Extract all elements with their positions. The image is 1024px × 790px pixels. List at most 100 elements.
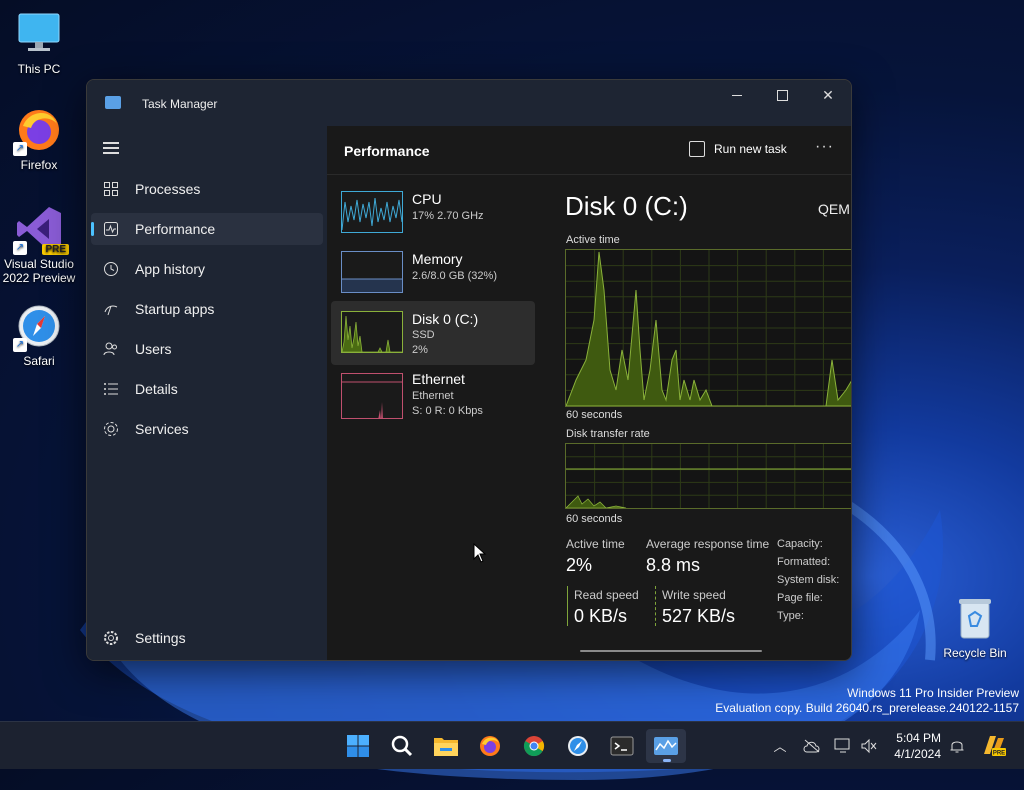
preview-badge: PRE — [42, 244, 69, 255]
sidebar-item-services[interactable]: Services — [91, 413, 323, 445]
tile-name: Disk 0 (C:) — [412, 311, 479, 327]
sidebar-item-details[interactable]: Details — [91, 373, 323, 405]
transfer-rate-graph-label: Disk transfer rate — [566, 428, 650, 440]
transfer-rate-graph — [565, 443, 851, 509]
tile-subtitle: SSD — [412, 329, 435, 341]
sidebar-item-label: Details — [135, 381, 178, 397]
desktop-icon-this-pc[interactable]: This PC — [1, 10, 77, 76]
tile-subtitle: Ethernet — [412, 390, 454, 402]
task-manager-icon — [105, 96, 121, 109]
bell-icon — [950, 741, 964, 752]
running-indicator — [663, 759, 671, 762]
taskbar-clock[interactable]: 5:04 PM 4/1/2024 — [887, 730, 941, 762]
sidebar: Processes Performance App history Startu… — [87, 126, 327, 660]
page-title: Performance — [344, 143, 430, 159]
detail-title: Disk 0 (C:) — [565, 191, 688, 221]
taskbar-file-explorer[interactable] — [426, 729, 466, 763]
taskbar-safari[interactable] — [558, 729, 598, 763]
tile-name: CPU — [412, 191, 442, 207]
title-bar[interactable]: Task Manager ✕ — [87, 80, 851, 126]
close-icon: ✕ — [822, 86, 834, 103]
tray-dev-badge[interactable]: PRE — [978, 722, 1008, 769]
tray-onedrive[interactable] — [800, 722, 824, 769]
window-title: Task Manager — [142, 97, 218, 111]
chrome-icon — [523, 736, 545, 757]
tile-subtitle: 17% 2.70 GHz — [412, 210, 484, 222]
taskbar-start-button[interactable] — [338, 729, 378, 763]
property-type: Type: — [777, 610, 804, 622]
write-speed-stat-value: 527 KB/s — [662, 606, 736, 626]
volume-muted-icon — [861, 738, 877, 753]
read-speed-divider — [567, 586, 568, 626]
property-system-disk: System disk: — [777, 574, 840, 586]
taskbar: ︿ 5:04 PM 4/1/2024 PRE — [0, 721, 1024, 769]
desktop-icon-label: Firefox — [20, 158, 58, 172]
sidebar-item-label: Startup apps — [135, 301, 215, 317]
read-speed-stat-label: Read speed — [574, 588, 639, 602]
safari-icon: ↗ — [13, 302, 63, 352]
tray-network[interactable] — [832, 722, 854, 769]
active-time-stat-label: Active time — [566, 537, 625, 551]
taskbar-chrome[interactable] — [514, 729, 554, 763]
resource-tile-cpu[interactable]: CPU 17% 2.70 GHz — [331, 181, 535, 245]
active-time-graph — [565, 249, 851, 407]
write-speed-stat-label: Write speed — [662, 588, 726, 602]
sidebar-item-label: Users — [135, 341, 172, 357]
firefox-icon — [480, 736, 500, 756]
run-new-task-button[interactable]: Run new task — [689, 141, 787, 157]
desktop-icon-visual-studio[interactable]: ↗ PRE Visual Studio 2022 Preview — [1, 205, 77, 285]
taskbar-terminal[interactable] — [602, 729, 642, 763]
sidebar-item-users[interactable]: Users — [91, 333, 323, 365]
sidebar-item-settings[interactable]: Settings — [91, 622, 323, 654]
resource-tile-memory[interactable]: Memory 2.6/8.0 GB (32%) — [331, 241, 535, 305]
sidebar-item-startup-apps[interactable]: Startup apps — [91, 293, 323, 325]
close-button[interactable]: ✕ — [805, 80, 851, 110]
task-manager-window: Task Manager ✕ Processes Performance App… — [86, 79, 852, 661]
main-header: Performance Run new task ··· — [327, 126, 851, 175]
clock-time: 5:04 PM — [896, 731, 941, 745]
svg-text:PRE: PRE — [993, 750, 1005, 756]
notification-button[interactable] — [946, 722, 968, 769]
tile-name: Ethernet — [412, 371, 465, 387]
write-speed-divider — [655, 586, 656, 626]
sidebar-item-performance[interactable]: Performance — [91, 213, 323, 245]
sidebar-item-label: Settings — [135, 630, 186, 646]
watermark-line1: Windows 11 Pro Insider Preview — [847, 686, 1019, 700]
transfer-rate-span-label: 60 seconds — [566, 513, 623, 525]
services-icon — [103, 421, 119, 437]
users-icon — [103, 341, 119, 357]
shortcut-arrow-icon: ↗ — [13, 338, 27, 352]
maximize-button[interactable] — [759, 80, 805, 110]
more-options-button[interactable]: ··· — [815, 138, 834, 156]
taskbar-task-manager[interactable] — [646, 729, 686, 763]
maximize-icon — [776, 89, 788, 101]
minimize-button[interactable] — [714, 80, 760, 110]
tray-volume[interactable] — [858, 722, 880, 769]
horizontal-scrollbar[interactable] — [580, 650, 762, 652]
active-time-span-label: 60 seconds — [566, 409, 623, 421]
hamburger-menu-icon[interactable] — [103, 142, 119, 154]
sidebar-item-app-history[interactable]: App history — [91, 253, 323, 285]
tile-subtitle-2: S: 0 R: 0 Kbps — [412, 405, 483, 417]
resource-tile-disk[interactable]: Disk 0 (C:) SSD 2% — [331, 301, 535, 365]
copilot-preview-icon: PRE — [984, 735, 1006, 756]
desktop-icon-safari[interactable]: ↗ Safari — [1, 302, 77, 368]
desktop-icon-firefox[interactable]: ↗ Firefox — [1, 106, 77, 172]
tray-overflow-button[interactable]: ︿ — [770, 722, 790, 769]
taskbar-search-button[interactable] — [382, 729, 422, 763]
property-capacity: Capacity: — [777, 538, 823, 550]
processes-icon — [103, 181, 119, 197]
property-formatted: Formatted: — [777, 556, 831, 568]
taskbar-firefox[interactable] — [470, 729, 510, 763]
read-speed-stat-value: 0 KB/s — [574, 606, 628, 626]
sidebar-item-processes[interactable]: Processes — [91, 173, 323, 205]
avg-response-stat-label: Average response time — [646, 537, 770, 551]
disk-model: QEM — [818, 201, 850, 217]
file-explorer-icon — [434, 738, 458, 756]
cloud-offline-icon — [803, 739, 820, 752]
desktop-icon-recycle-bin[interactable]: Recycle Bin — [940, 596, 1010, 660]
resource-tile-ethernet[interactable]: Ethernet Ethernet S: 0 R: 0 Kbps — [331, 367, 535, 431]
run-task-icon — [689, 141, 705, 157]
task-manager-icon — [654, 737, 678, 755]
disk-thumbnail-graph — [341, 311, 403, 353]
